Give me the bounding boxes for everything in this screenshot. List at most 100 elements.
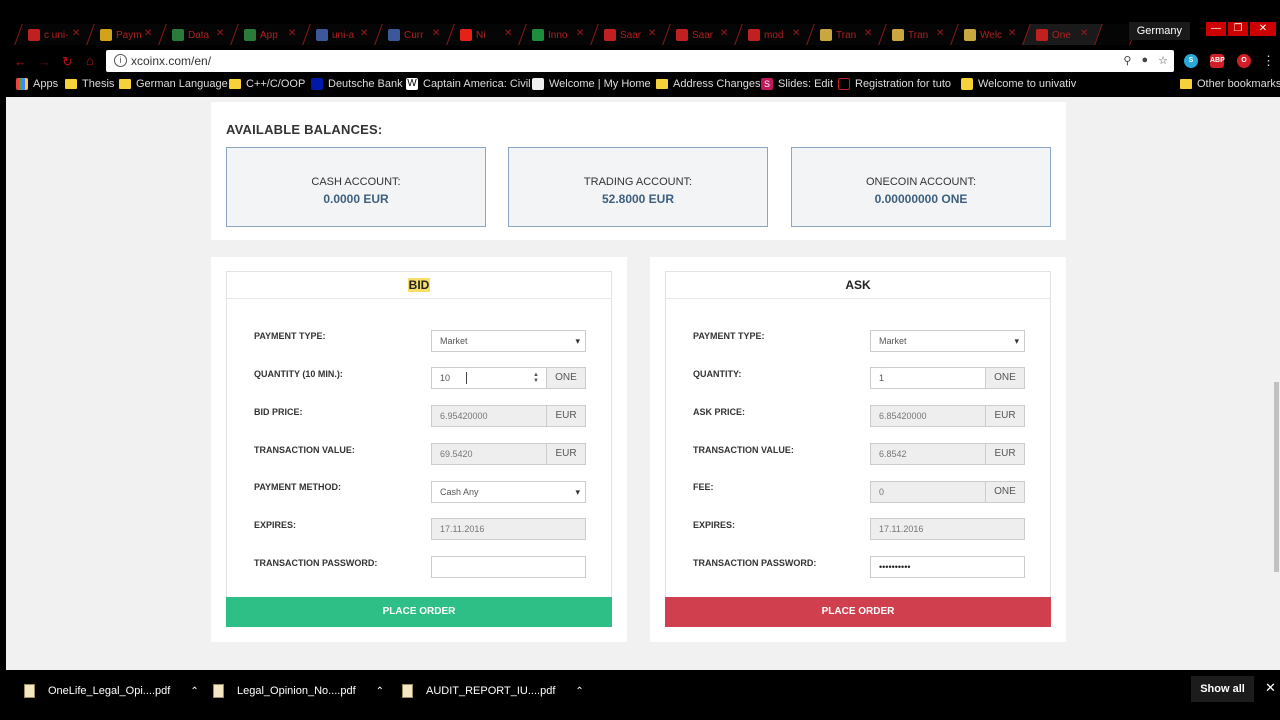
transaction-value-unit: EUR <box>546 443 586 465</box>
tab-close-icon[interactable]: ✕ <box>648 28 656 39</box>
bookmark-captain-america[interactable]: W Captain America: Civil <box>406 78 531 90</box>
input-value: 10 <box>440 373 451 383</box>
adblock-icon[interactable]: ABP <box>1210 54 1225 68</box>
apps-icon <box>16 78 28 90</box>
bookmark-label: Address Changes <box>673 78 761 90</box>
bid-expires-field: 17.11.2016 <box>431 518 586 540</box>
download-item[interactable]: OneLife_Legal_Opi....pdf ⌃ <box>24 684 199 698</box>
tab-close-icon[interactable]: ✕ <box>144 28 152 39</box>
bookmark-cpp[interactable]: C++/C/OOP <box>229 78 305 90</box>
tab-close-icon[interactable]: ✕ <box>288 28 296 39</box>
tab-label: Data <box>188 29 210 41</box>
chevron-up-icon[interactable]: ⌃ <box>190 686 198 697</box>
bid-payment-type-select[interactable]: Market <box>431 330 586 352</box>
bid-price-label: BID PRICE: <box>254 407 303 417</box>
address-bar[interactable]: i xcoinx.com/en/ ⚲ ● ☆ <box>106 50 1174 72</box>
transaction-value-label: TRANSACTION VALUE: <box>693 445 794 455</box>
folder-icon <box>119 79 131 89</box>
tab-close-icon[interactable]: ✕ <box>792 28 800 39</box>
tab-favicon-icon <box>28 29 40 41</box>
bookmark-label: Thesis <box>82 78 115 90</box>
star-icon[interactable]: ☆ <box>1158 54 1168 67</box>
location-icon[interactable]: ● <box>1141 54 1148 67</box>
download-filename: Legal_Opinion_No....pdf <box>237 685 356 697</box>
close-icon[interactable]: ✕ <box>1265 680 1276 696</box>
bookmark-label: Captain America: Civil <box>423 78 531 90</box>
bid-card: BID PAYMENT TYPE: Market QUANTITY (10 MI… <box>211 257 627 642</box>
back-icon[interactable]: ← <box>14 54 27 69</box>
zoom-icon[interactable]: ⚲ <box>1123 54 1131 67</box>
ask-quantity-input[interactable]: 1 ONE <box>870 367 1025 389</box>
tab-close-icon[interactable]: ✕ <box>72 28 80 39</box>
tab-close-icon[interactable]: ✕ <box>1008 28 1016 39</box>
bookmark-label: Registration for tuto <box>855 78 951 90</box>
expires-label: EXPIRES: <box>693 520 736 530</box>
bookmark-thesis[interactable]: Thesis <box>65 78 114 90</box>
home-icon[interactable]: ⌂ <box>86 53 94 68</box>
bid-payment-method-select[interactable]: Cash Any <box>431 481 586 503</box>
bookmark-german-language[interactable]: German Language <box>119 78 228 90</box>
bookmark-label: Welcome | My Home <box>549 78 651 90</box>
site-info-icon[interactable]: i <box>114 54 127 67</box>
tab-close-icon[interactable]: ✕ <box>504 28 512 39</box>
price-unit: EUR <box>546 405 586 427</box>
chevron-up-icon[interactable]: ⌃ <box>376 686 384 697</box>
tab-label: Saar <box>620 29 642 41</box>
tab-close-icon[interactable]: ✕ <box>432 28 440 39</box>
bookmark-welcome-home[interactable]: Welcome | My Home <box>532 78 651 90</box>
scrollbar-thumb[interactable] <box>1274 382 1279 572</box>
tab-label: App <box>260 29 278 41</box>
bookmark-welcome-univativ[interactable]: Welcome to univativ <box>961 78 1076 90</box>
tab-close-icon[interactable]: ✕ <box>216 28 224 39</box>
ask-place-order-button[interactable]: PLACE ORDER <box>665 597 1051 627</box>
tab-close-icon[interactable]: ✕ <box>576 28 584 39</box>
transaction-value-unit: EUR <box>985 443 1025 465</box>
tab-close-icon[interactable]: ✕ <box>864 28 872 39</box>
trading-account-box: TRADING ACCOUNT: 52.8000 EUR <box>508 147 768 227</box>
onecoin-account-value: 0.00000000 ONE <box>874 192 968 206</box>
tab-favicon-icon <box>748 29 760 41</box>
bookmark-registration[interactable]: Registration for tuto <box>838 78 951 90</box>
text-cursor <box>466 372 467 384</box>
input-value: 17.11.2016 <box>440 524 485 534</box>
bid-quantity-input[interactable]: 10 ▲ ▼ ONE <box>431 367 586 389</box>
download-item[interactable]: AUDIT_REPORT_IU....pdf ⌃ <box>402 684 584 698</box>
ask-transaction-password-input[interactable]: •••••••••• <box>870 556 1025 578</box>
tab-close-icon[interactable]: ✕ <box>360 28 368 39</box>
bid-place-order-button[interactable]: PLACE ORDER <box>226 597 612 627</box>
menu-icon[interactable]: ⋮ <box>1262 53 1275 69</box>
minimize-icon[interactable]: — <box>1206 22 1226 36</box>
download-item[interactable]: Legal_Opinion_No....pdf ⌃ <box>213 684 384 698</box>
tab-favicon-icon <box>316 29 328 41</box>
ask-payment-type-select[interactable]: Market <box>870 330 1025 352</box>
tab-close-icon[interactable]: ✕ <box>720 28 728 39</box>
page-scrollbar[interactable] <box>1273 97 1280 670</box>
select-value: Cash Any <box>440 487 479 497</box>
bookmark-address-changes[interactable]: Address Changes <box>656 78 760 90</box>
tab-close-icon[interactable]: ✕ <box>936 28 944 39</box>
input-value: •••••••••• <box>879 562 911 572</box>
forward-icon[interactable]: → <box>38 54 51 69</box>
bookmark-slides-edit[interactable]: S Slides: Edit <box>761 78 833 90</box>
transaction-password-label: TRANSACTION PASSWORD: <box>254 558 378 568</box>
restore-icon[interactable]: ❐ <box>1228 22 1248 36</box>
tab-label: Curr <box>404 29 424 41</box>
folder-icon <box>656 79 668 89</box>
profile-button[interactable]: Germany <box>1128 22 1190 40</box>
tab-favicon-icon <box>172 29 184 41</box>
show-all-downloads-button[interactable]: Show all <box>1191 676 1254 702</box>
tab-favicon-icon <box>460 29 472 41</box>
tab-close-icon[interactable]: ✕ <box>1080 28 1088 39</box>
reload-icon[interactable]: ↻ <box>62 54 73 70</box>
close-window-icon[interactable]: ✕ <box>1250 22 1276 36</box>
extension-icon[interactable]: S <box>1184 54 1198 68</box>
chevron-up-icon[interactable]: ⌃ <box>575 686 583 697</box>
bookmark-deutsche-bank[interactable]: Deutsche Bank <box>311 78 403 90</box>
bookmark-other[interactable]: Other bookmarks <box>1180 78 1280 90</box>
quantity-unit: ONE <box>985 367 1025 389</box>
bid-transaction-password-input[interactable] <box>431 556 586 578</box>
spinner-icon[interactable]: ▲ ▼ <box>533 372 539 384</box>
input-value: 6.8542 <box>879 449 907 459</box>
bookmark-apps[interactable]: Apps <box>16 78 58 90</box>
extension-icon[interactable]: O <box>1237 54 1251 68</box>
